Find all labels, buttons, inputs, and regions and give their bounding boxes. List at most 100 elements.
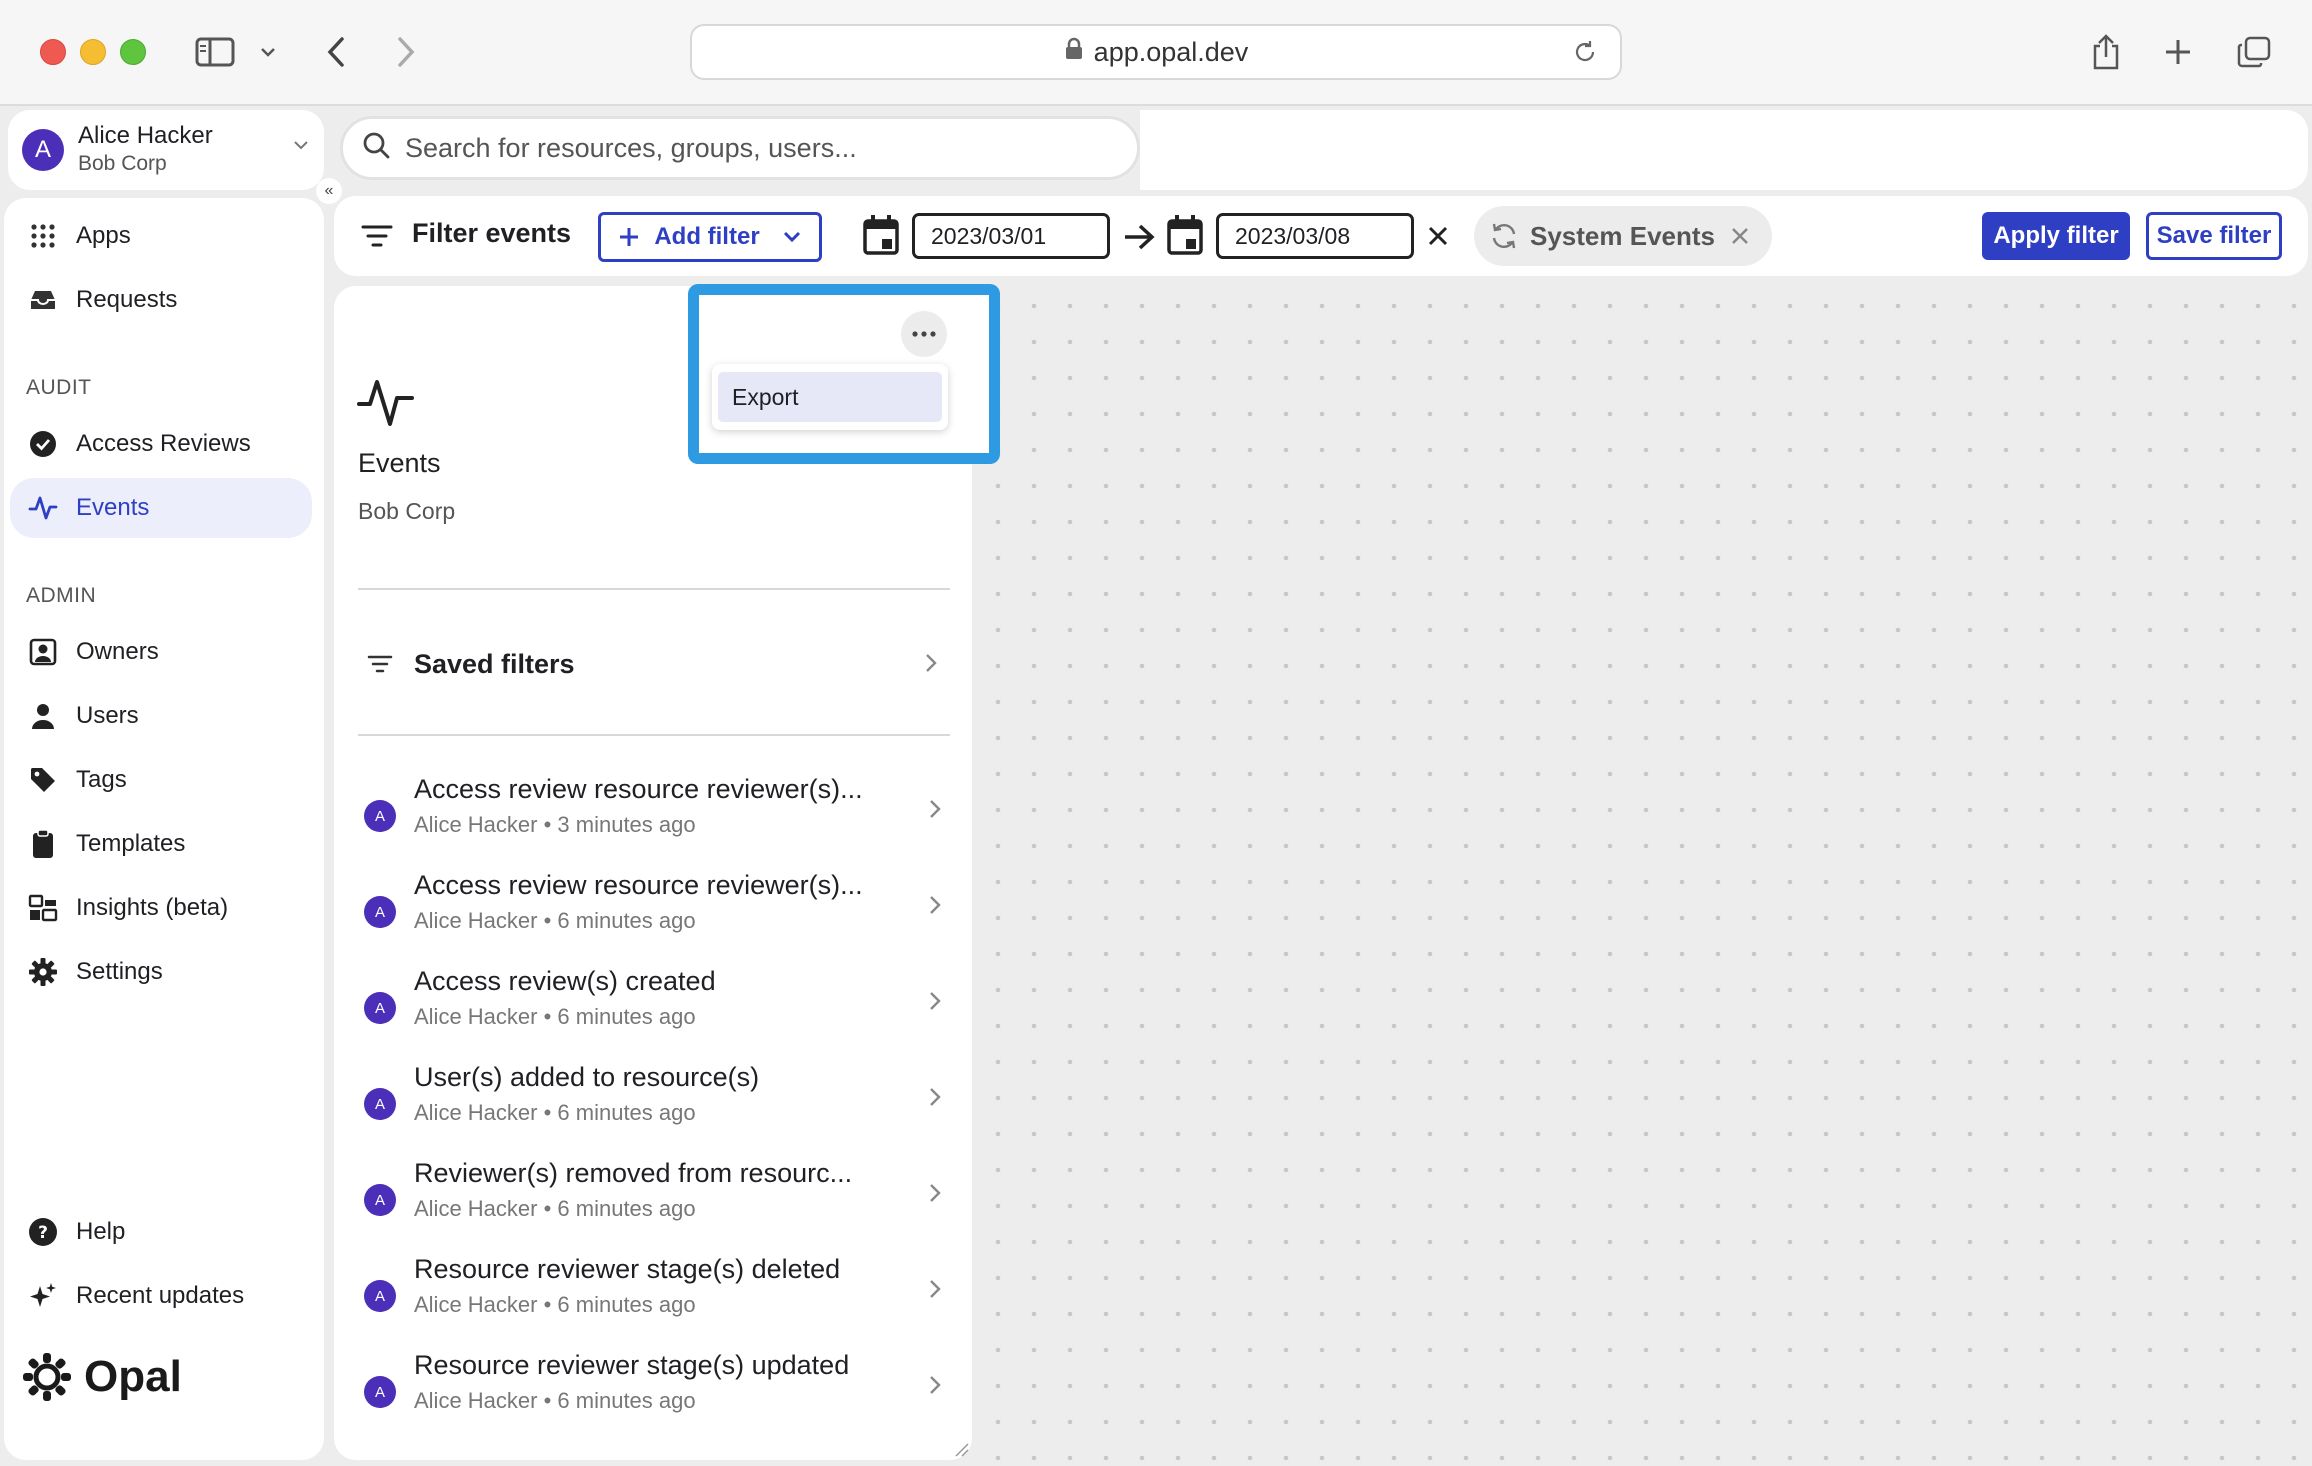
check-circle-icon: [26, 427, 60, 461]
tab-overview-icon[interactable]: [2234, 28, 2274, 76]
filter-lines-icon: [360, 222, 394, 255]
sidebar-item-label: Templates: [76, 830, 186, 857]
forward-arrow-icon[interactable]: [388, 28, 424, 76]
chevron-right-icon: [928, 1374, 942, 1401]
logo-text: Opal: [84, 1352, 182, 1401]
owner-icon: [26, 635, 60, 669]
event-title: User(s) added to resource(s): [414, 1062, 760, 1092]
sidebar-item-requests[interactable]: Requests: [10, 270, 312, 330]
sidebar-item-tags[interactable]: Tags: [10, 750, 312, 810]
chip-label: System Events: [1530, 220, 1715, 251]
event-meta: Alice Hacker • 6 minutes ago: [414, 1292, 696, 1317]
clipboard-icon: [26, 827, 60, 861]
ellipsis-icon: [911, 330, 937, 338]
sidebar-item-label: Owners: [76, 638, 159, 665]
chevron-right-icon: [928, 894, 942, 921]
new-tab-icon[interactable]: [2160, 28, 2196, 76]
event-title: Reviewer(s) removed from resourc...: [414, 1158, 853, 1188]
plus-icon: [618, 226, 640, 248]
sidebar-item-owners[interactable]: Owners: [10, 622, 312, 682]
saved-filters-row[interactable]: Saved filters: [358, 636, 950, 692]
avatar: A: [364, 1376, 396, 1408]
event-title: Access review resource reviewer(s)...: [414, 870, 863, 900]
list-item[interactable]: A Access review resource reviewer(s)... …: [358, 870, 950, 950]
list-item[interactable]: A Access review resource reviewer(s)... …: [358, 774, 950, 854]
chevron-down-icon: [292, 138, 310, 156]
section-label-admin: ADMIN: [26, 584, 97, 607]
event-title: Resource reviewer stage(s) deleted: [414, 1254, 841, 1284]
sidebar-item-events[interactable]: Events: [10, 478, 312, 538]
sidebar-item-users[interactable]: Users: [10, 686, 312, 746]
calendar-icon[interactable]: [1166, 214, 1204, 261]
list-item[interactable]: A Resource reviewer stage(s) updated Ali…: [358, 1350, 950, 1430]
options-menu: Export: [712, 364, 948, 430]
list-item[interactable]: A Access review(s) created Alice Hacker …: [358, 966, 950, 1046]
start-date-input[interactable]: 2023/03/01: [912, 213, 1110, 259]
opal-logo: Opal: [22, 1352, 182, 1402]
event-meta: Alice Hacker • 6 minutes ago: [414, 1004, 696, 1029]
sidebar-toggle-icon[interactable]: [192, 28, 238, 76]
sidebar-item-apps[interactable]: Apps: [10, 206, 312, 266]
sidebar-item-help[interactable]: ? Help: [10, 1202, 312, 1262]
save-filter-button[interactable]: Save filter: [2146, 212, 2282, 260]
system-events-chip[interactable]: System Events: [1474, 206, 1772, 266]
user-switcher[interactable]: A Alice Hacker Bob Corp: [8, 110, 324, 190]
sidebar-item-settings[interactable]: Settings: [10, 942, 312, 1002]
avatar: A: [364, 800, 396, 832]
zoom-window-button[interactable]: [120, 39, 146, 65]
sidebar-item-insights[interactable]: Insights (beta): [10, 878, 312, 938]
add-filter-label: Add filter: [654, 223, 760, 250]
refresh-icon: [1488, 220, 1520, 252]
sparkle-icon: [26, 1279, 60, 1313]
close-icon[interactable]: [1729, 225, 1751, 247]
sidebar-item-label: Requests: [76, 286, 178, 313]
panel-subtitle: Bob Corp: [358, 498, 456, 524]
more-options-button[interactable]: [901, 311, 947, 357]
event-meta: Alice Hacker • 6 minutes ago: [414, 1100, 696, 1125]
inbox-icon: [26, 283, 60, 317]
end-date-input[interactable]: 2023/03/08: [1216, 213, 1414, 259]
avatar: A: [364, 896, 396, 928]
back-arrow-icon[interactable]: [318, 28, 354, 76]
sidebar-item-access-reviews[interactable]: Access Reviews: [10, 414, 312, 474]
insights-icon: [26, 891, 60, 925]
chevron-down-icon[interactable]: [256, 28, 280, 76]
list-item[interactable]: A Resource reviewer stage(s) deleted Ali…: [358, 1254, 950, 1334]
avatar: A: [22, 129, 64, 171]
menu-item-export[interactable]: Export: [718, 372, 942, 422]
chevron-right-icon: [928, 1182, 942, 1209]
search-input[interactable]: Search for resources, groups, users...: [340, 116, 1140, 180]
list-item[interactable]: A Reviewer(s) removed from resourc... Al…: [358, 1158, 950, 1238]
event-title: Access review resource reviewer(s)...: [414, 774, 863, 804]
browser-toolbar: app.opal.dev: [0, 0, 2312, 106]
tag-icon: [26, 763, 60, 797]
clear-dates-icon[interactable]: [1426, 224, 1450, 253]
calendar-icon[interactable]: [862, 214, 900, 261]
address-bar[interactable]: app.opal.dev: [690, 24, 1622, 80]
saved-filters-label: Saved filters: [414, 648, 575, 679]
dotted-canvas: [972, 276, 2312, 1466]
filter-title: Filter events: [412, 218, 572, 248]
sidebar-item-recent-updates[interactable]: Recent updates: [10, 1266, 312, 1326]
list-item[interactable]: A User(s) added to resource(s) Alice Hac…: [358, 1062, 950, 1142]
add-filter-button[interactable]: Add filter: [598, 212, 822, 262]
sidebar-item-templates[interactable]: Templates: [10, 814, 312, 874]
close-window-button[interactable]: [40, 39, 66, 65]
sidebar-item-label: Apps: [76, 222, 131, 249]
apply-filter-button[interactable]: Apply filter: [1982, 212, 2130, 260]
apps-grid-icon: [26, 219, 60, 253]
avatar: A: [364, 1280, 396, 1312]
reload-icon[interactable]: [1572, 39, 1598, 72]
collapse-sidebar-button[interactable]: «: [316, 178, 342, 204]
sidebar-item-label: Access Reviews: [76, 430, 251, 457]
url-text: app.opal.dev: [1093, 36, 1249, 67]
sidebar-item-label: Events: [76, 494, 150, 521]
event-meta: Alice Hacker • 3 minutes ago: [414, 812, 696, 837]
minimize-window-button[interactable]: [80, 39, 106, 65]
sidebar-item-label: Recent updates: [76, 1282, 245, 1309]
activity-icon: [356, 374, 416, 435]
resize-handle-icon[interactable]: [954, 1442, 970, 1463]
sidebar-item-label: Settings: [76, 958, 163, 985]
share-icon[interactable]: [2088, 28, 2124, 76]
avatar: A: [364, 1088, 396, 1120]
